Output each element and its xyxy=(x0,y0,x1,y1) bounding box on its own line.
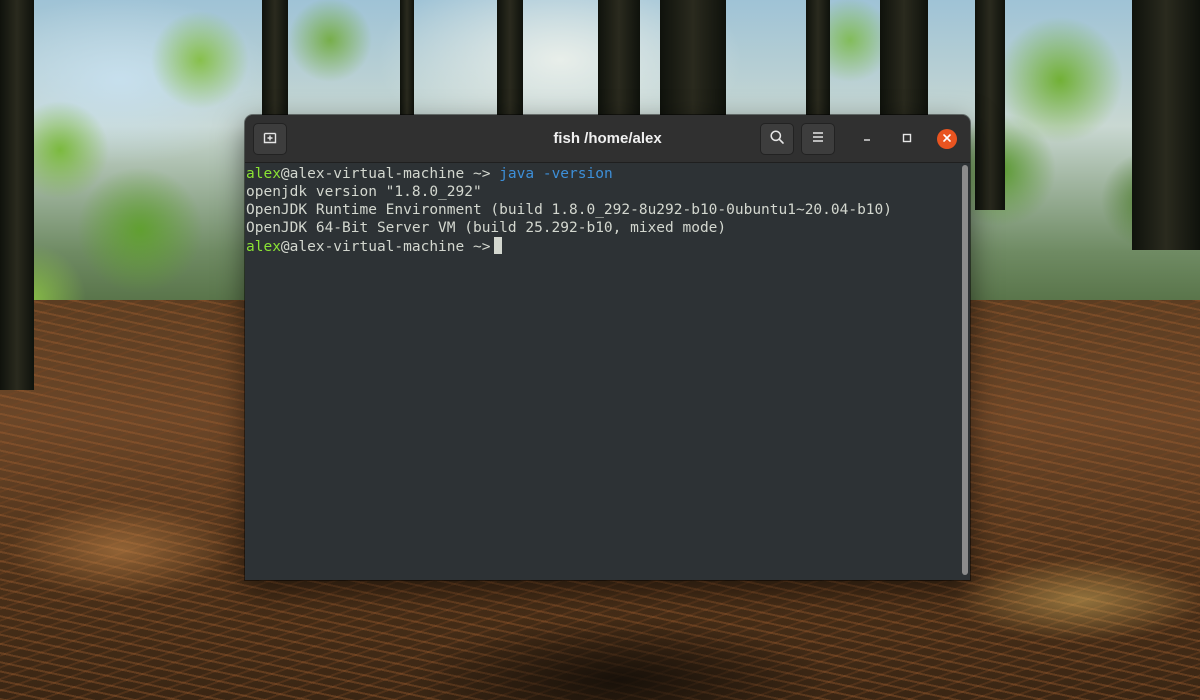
command-args: -version xyxy=(542,166,613,182)
window-headerbar[interactable]: fish /home/alex xyxy=(245,115,970,163)
prompt-user: alex xyxy=(246,239,281,255)
new-tab-button[interactable] xyxy=(253,123,287,155)
prompt-symbol: > xyxy=(481,166,491,182)
menu-button[interactable] xyxy=(801,123,835,155)
close-button[interactable] xyxy=(937,129,957,149)
wallpaper-tree-trunk xyxy=(660,0,726,120)
wallpaper-tree-trunk xyxy=(0,0,34,390)
wallpaper-tree-trunk xyxy=(400,0,414,120)
wallpaper-tree-trunk xyxy=(262,0,288,120)
hamburger-menu-icon xyxy=(811,130,825,149)
wallpaper-tree-trunk xyxy=(598,0,640,120)
terminal-output[interactable]: alex@alex-virtual-machine ~> java -versi… xyxy=(245,163,970,580)
prompt-host: @alex-virtual-machine xyxy=(280,239,465,255)
prompt-cwd: ~ xyxy=(472,239,482,255)
wallpaper-tree-trunk xyxy=(975,0,1005,210)
prompt-line: alex@alex-virtual-machine ~> java -versi… xyxy=(246,165,970,183)
wallpaper-tree-trunk xyxy=(880,0,928,120)
close-icon xyxy=(942,130,952,148)
output-line: OpenJDK Runtime Environment (build 1.8.0… xyxy=(246,202,893,218)
maximize-button[interactable] xyxy=(897,129,917,149)
prompt-symbol: > xyxy=(481,239,491,255)
text-cursor xyxy=(494,237,503,254)
prompt-host: @alex-virtual-machine xyxy=(280,166,465,182)
prompt-cwd: ~ xyxy=(472,166,482,182)
terminal-window: fish /home/alex alex@alex-virtual-machin… xyxy=(245,115,970,580)
maximize-icon xyxy=(902,130,912,148)
wallpaper-tree-trunk xyxy=(1132,0,1200,250)
wallpaper-tree-trunk xyxy=(497,0,523,120)
prompt-user: alex xyxy=(246,166,281,182)
output-line: openjdk version "1.8.0_292" xyxy=(246,184,482,200)
wallpaper-tree-trunk xyxy=(806,0,830,120)
search-icon xyxy=(769,129,785,150)
command-name: java xyxy=(499,166,535,182)
minimize-icon xyxy=(862,130,872,148)
minimize-button[interactable] xyxy=(857,129,877,149)
output-line: OpenJDK 64-Bit Server VM (build 25.292-b… xyxy=(246,220,727,236)
scrollbar[interactable] xyxy=(962,165,968,575)
prompt-line: alex@alex-virtual-machine ~> xyxy=(246,237,970,255)
search-button[interactable] xyxy=(760,123,794,155)
new-tab-icon xyxy=(262,129,278,150)
